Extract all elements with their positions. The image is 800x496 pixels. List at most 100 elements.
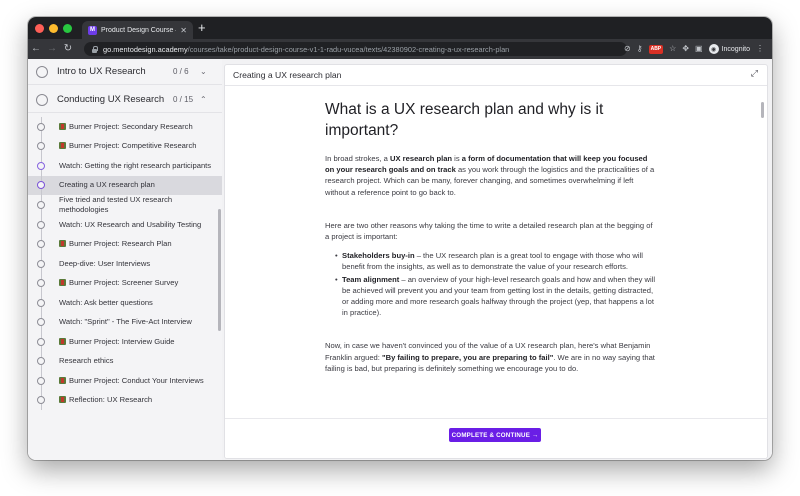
module-progress-circle-icon — [36, 65, 48, 78]
module-count: 0 / 6 — [173, 67, 189, 76]
complete-and-continue-button[interactable]: COMPLETE & CONTINUE → — [449, 428, 541, 442]
key-icon[interactable]: ⚷ — [637, 39, 643, 59]
adblock-extension-icon[interactable]: ABP — [648, 44, 664, 54]
browser-toolbar: ← → ↻ go.mentodesign.academy /courses/ta… — [28, 39, 772, 59]
book-icon — [59, 376, 66, 384]
lesson-status-circle-icon — [37, 396, 45, 405]
url-host: go.mentodesign.academy — [103, 44, 188, 54]
window-maximize-button[interactable] — [63, 24, 72, 33]
sidebar-lesson-item[interactable]: Research ethics — [28, 351, 222, 371]
lesson-status-circle-icon — [37, 376, 45, 385]
sidebar-lesson-item[interactable]: Reflection: UX Research — [28, 390, 222, 410]
lesson-label: Five tried and tested UX research method… — [59, 195, 216, 215]
lesson-status-circle-icon — [37, 337, 45, 346]
sidebar-lesson-item[interactable]: Watch: UX Research and Usability Testing — [28, 215, 222, 235]
lesson-label: Watch: Getting the right research partic… — [59, 161, 211, 171]
lesson-status-circle-icon — [37, 122, 45, 131]
sidebar-lesson-item[interactable]: Deep-dive: User Interviews — [28, 254, 222, 274]
lesson-content: Creating a UX research plan ⤢ What is a … — [225, 65, 767, 458]
lesson-label-text: Burner Project: Secondary Research — [69, 121, 193, 131]
address-bar[interactable]: go.mentodesign.academy /courses/take/pro… — [84, 42, 627, 56]
puzzle-extensions-icon[interactable]: ✥ — [682, 39, 689, 59]
toolbar-icons: ⊘ ⚷ ABP ☆ ✥ ▣ ◉ Incognito ⋮ — [624, 39, 772, 59]
incognito-indicator[interactable]: ◉ Incognito — [708, 44, 750, 54]
browser-window: M Product Design Course – V1.1 ✕ + ← → ↻… — [28, 17, 772, 460]
lesson-status-circle-icon — [37, 181, 45, 190]
eye-off-icon[interactable]: ⊘ — [624, 39, 631, 59]
lesson-label-text: Reflection: UX Research — [69, 395, 153, 405]
lesson-label: Watch: UX Research and Usability Testing — [59, 220, 201, 230]
lesson-label-text: Burner Project: Conduct Your Interviews — [69, 375, 204, 385]
lesson-status-circle-icon — [37, 161, 45, 170]
course-sidebar: Intro to UX Research 0 / 6 ⌄ Conducting … — [28, 59, 222, 460]
module-conducting-ux-research[interactable]: Conducting UX Research 0 / 15 ⌃ — [28, 87, 222, 113]
lesson-label: Research ethics — [59, 356, 113, 366]
lesson-label-text: Watch: UX Research and Usability Testing — [59, 219, 202, 229]
sidebar-lesson-item[interactable]: Watch: Getting the right research partic… — [28, 156, 222, 176]
lock-icon — [91, 45, 98, 53]
lesson-label: Burner Project: Screener Survey — [59, 278, 178, 288]
sidebar-lesson-item[interactable]: Watch: "Sprint" - The Five-Act Interview — [28, 312, 222, 332]
chevron-up-icon[interactable]: ⌃ — [200, 95, 207, 104]
new-tab-button[interactable]: + — [198, 20, 206, 36]
reasons-list: Stakeholders buy-in – the UX research pl… — [335, 250, 657, 318]
content-scrollbar[interactable] — [761, 102, 764, 118]
article-heading: What is a UX research plan and why is it… — [325, 101, 604, 139]
book-icon — [59, 396, 66, 404]
lesson-label: Burner Project: Conduct Your Interviews — [59, 376, 204, 386]
sidebar-lesson-item[interactable]: Burner Project: Research Plan — [28, 234, 222, 254]
lesson-status-circle-icon — [37, 201, 45, 209]
sidebar-lesson-item[interactable]: Burner Project: Conduct Your Interviews — [28, 371, 222, 391]
incognito-label: Incognito — [721, 45, 750, 53]
book-icon — [59, 279, 66, 287]
list-item: Team alignment – an overview of your hig… — [335, 274, 657, 319]
browser-tab-active[interactable]: M Product Design Course – V1.1 ✕ — [82, 21, 193, 39]
lesson-label: Watch: Ask better questions — [59, 298, 153, 308]
reload-icon[interactable]: ↻ — [60, 39, 76, 59]
module-progress-circle-icon — [36, 93, 48, 106]
lesson-label-text: Burner Project: Screener Survey — [69, 278, 179, 288]
window-minimize-button[interactable] — [49, 24, 58, 33]
quote-paragraph: Now, in case we haven't convinced you of… — [325, 341, 655, 373]
url-path: /courses/take/product-design-course-v1-1… — [187, 44, 510, 54]
lesson-label-text: Watch: "Sprint" - The Five-Act Interview — [59, 317, 192, 327]
menu-kebab-icon[interactable]: ⋮ — [756, 39, 764, 59]
mento-favicon-icon: M — [88, 25, 97, 35]
lesson-label-text: Burner Project: Research Plan — [69, 239, 172, 249]
sidebar-lesson-item[interactable]: Burner Project: Screener Survey — [28, 273, 222, 293]
sidebar-lesson-item[interactable]: Burner Project: Secondary Research — [28, 117, 222, 137]
lesson-label-text: Five tried and tested UX research method… — [59, 195, 173, 214]
sidebar-lesson-item[interactable]: Five tried and tested UX research method… — [28, 195, 222, 215]
lesson-label: Burner Project: Interview Guide — [59, 337, 175, 347]
sidebar-scrollbar[interactable] — [218, 209, 221, 331]
list-item: Stakeholders buy-in – the UX research pl… — [335, 250, 657, 272]
sidebar-lesson-item[interactable]: Creating a UX research plan — [28, 175, 222, 195]
star-icon[interactable]: ☆ — [669, 39, 676, 59]
lesson-status-circle-icon — [37, 279, 45, 288]
lesson-label: Watch: "Sprint" - The Five-Act Interview — [59, 317, 192, 327]
module-title: Intro to UX Research — [57, 66, 146, 77]
module-intro-to-ux-research[interactable]: Intro to UX Research 0 / 6 ⌄ — [28, 59, 222, 85]
incognito-icon: ◉ — [708, 44, 719, 54]
forward-arrow-icon[interactable]: → — [44, 39, 60, 59]
book-icon — [59, 142, 66, 150]
lesson-label-text: Burner Project: Competitive Research — [69, 141, 197, 151]
sidebar-lesson-item[interactable]: Burner Project: Interview Guide — [28, 332, 222, 352]
back-arrow-icon[interactable]: ← — [28, 39, 44, 59]
sidebar-lesson-item[interactable]: Watch: Ask better questions — [28, 293, 222, 313]
lesson-label-text: Watch: Ask better questions — [59, 297, 153, 307]
lesson-label: Creating a UX research plan — [59, 180, 155, 190]
lesson-label-text: Watch: Getting the right research partic… — [59, 160, 212, 170]
chevron-down-icon[interactable]: ⌄ — [200, 67, 207, 76]
expand-icon[interactable]: ⤢ — [751, 68, 758, 79]
lesson-list: Burner Project: Secondary Research Burner… — [28, 117, 222, 410]
tab-strip: M Product Design Course – V1.1 ✕ + — [28, 17, 772, 39]
window-close-button[interactable] — [35, 24, 44, 33]
tab-close-icon[interactable]: ✕ — [180, 26, 187, 35]
lesson-status-circle-icon — [37, 220, 45, 229]
lesson-label: Burner Project: Competitive Research — [59, 141, 196, 151]
lesson-title: Creating a UX research plan — [233, 70, 342, 80]
sidebar-lesson-item[interactable]: Burner Project: Competitive Research — [28, 136, 222, 156]
sidepanel-icon[interactable]: ▣ — [695, 39, 703, 59]
lesson-status-circle-icon — [37, 298, 45, 307]
